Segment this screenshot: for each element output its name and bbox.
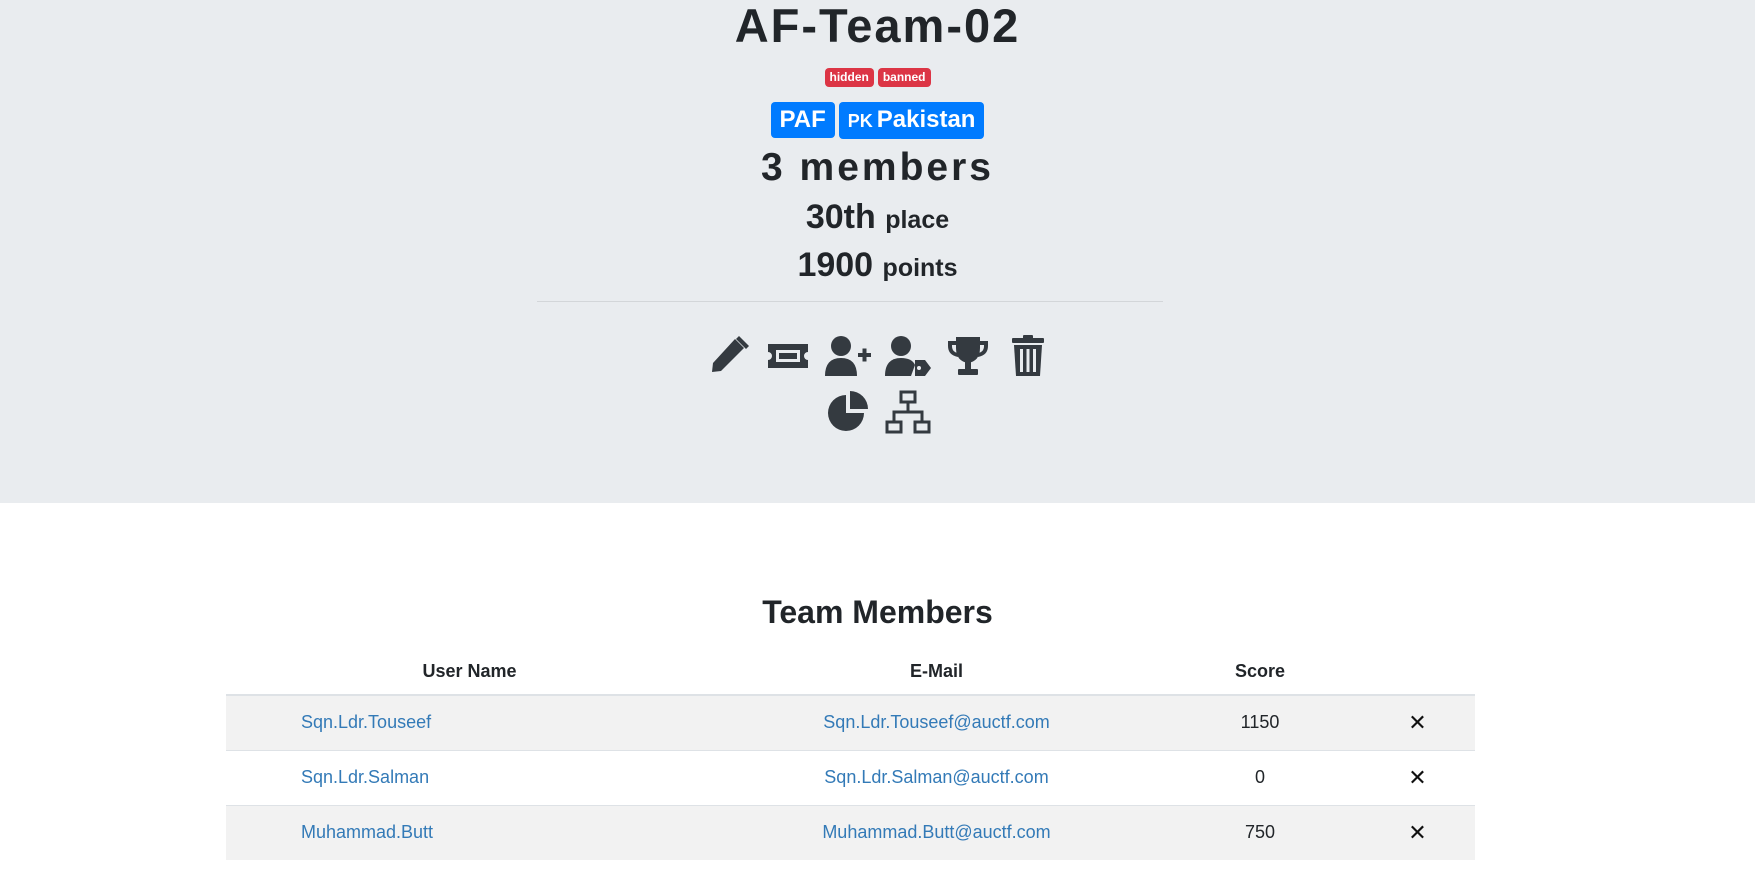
member-name-link[interactable]: Sqn.Ldr.Touseef — [301, 712, 431, 732]
column-header-user: User Name — [226, 648, 713, 696]
trophy-icon[interactable] — [945, 334, 991, 378]
member-score: 1150 — [1160, 694, 1360, 750]
member-score: 0 — [1160, 749, 1360, 805]
team-header: AF-Team-02 hidden banned PAF PK Pakistan … — [0, 0, 1755, 503]
trash-icon[interactable] — [1005, 334, 1051, 378]
remove-member-icon[interactable]: ✕ — [1408, 710, 1426, 735]
flag-icon: PK — [847, 111, 873, 131]
admin-actions-row-1 — [0, 334, 1755, 378]
team-members-title: Team Members — [762, 594, 993, 630]
info-badges: PAF PK Pakistan — [0, 102, 1755, 139]
table-row: Sqn.Ldr.Salman Sqn.Ldr.Salman@auctf.com … — [226, 749, 1475, 805]
remove-member-icon[interactable]: ✕ — [1408, 765, 1426, 790]
affiliation-badge: PAF — [770, 102, 835, 138]
member-email-link[interactable]: Muhammad.Butt@auctf.com — [822, 822, 1050, 842]
place-value: 30th — [805, 198, 876, 236]
user-tag-icon[interactable] — [884, 334, 931, 378]
column-header-actions — [1360, 648, 1475, 696]
member-name-link[interactable]: Muhammad.Butt — [301, 822, 433, 842]
ticket-icon[interactable] — [765, 334, 811, 378]
divider — [537, 301, 1163, 302]
column-header-score: Score — [1160, 648, 1360, 696]
points-unit: points — [882, 254, 958, 282]
pencil-icon[interactable] — [705, 334, 751, 378]
member-name-link[interactable]: Sqn.Ldr.Salman — [301, 767, 429, 787]
team-name: AF-Team-02 — [734, 0, 1021, 52]
hidden-badge: hidden — [824, 68, 874, 87]
table-row: Sqn.Ldr.Touseef Sqn.Ldr.Touseef@auctf.co… — [226, 694, 1475, 750]
banned-badge: banned — [877, 68, 931, 87]
points-value: 1900 — [797, 246, 874, 284]
member-email-link[interactable]: Sqn.Ldr.Touseef@auctf.com — [823, 712, 1049, 732]
network-icon[interactable] — [885, 390, 931, 434]
column-header-email: E-Mail — [713, 648, 1160, 696]
status-badges: hidden banned — [0, 68, 1755, 87]
team-members-table: User Name E-Mail Score Sqn.Ldr.Touseef S… — [226, 648, 1475, 860]
member-score: 750 — [1160, 804, 1360, 860]
country-badge: PK Pakistan — [838, 102, 985, 139]
user-plus-icon[interactable] — [824, 334, 871, 378]
place-unit: place — [885, 206, 950, 234]
admin-actions-row-2 — [0, 390, 1755, 434]
table-row: Muhammad.Butt Muhammad.Butt@auctf.com 75… — [226, 804, 1475, 860]
team-place: 30th place — [0, 196, 1755, 241]
team-points: 1900 points — [0, 244, 1755, 289]
country-name: Pakistan — [876, 106, 976, 133]
table-header-row: User Name E-Mail Score — [226, 648, 1475, 696]
chart-pie-icon[interactable] — [825, 390, 871, 434]
member-email-link[interactable]: Sqn.Ldr.Salman@auctf.com — [824, 767, 1048, 787]
remove-member-icon[interactable]: ✕ — [1408, 820, 1426, 845]
member-count: 3 members — [761, 146, 994, 189]
